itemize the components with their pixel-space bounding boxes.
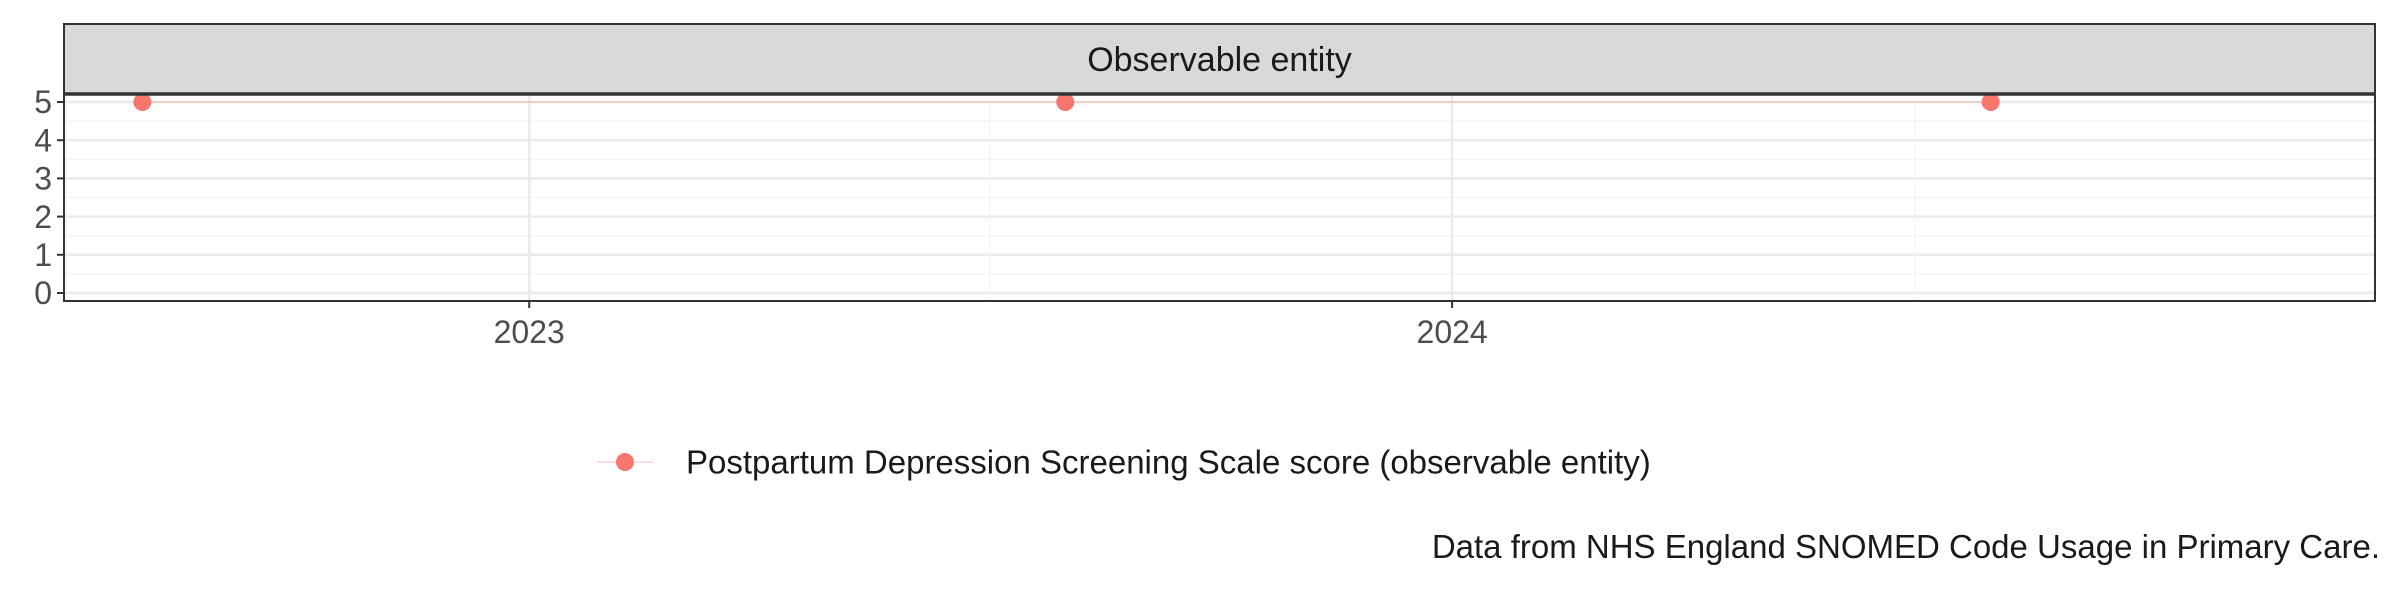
y-tick-label: 0 (34, 275, 52, 311)
x-tick-label: 2023 (494, 314, 565, 350)
y-tick-label: 5 (34, 84, 52, 120)
caption: Data from NHS England SNOMED Code Usage … (1432, 528, 2380, 565)
y-tick-label: 4 (34, 122, 52, 158)
y-tick-label: 1 (34, 237, 52, 273)
chart-svg: Observable entity 012345 2023 2024 Postpa… (0, 0, 2400, 600)
y-tick-label: 3 (34, 161, 52, 197)
chart: Observable entity 012345 2023 2024 Postpa… (0, 0, 2400, 600)
y-tick-label: 2 (34, 199, 52, 235)
x-tick-label: 2024 (1417, 314, 1488, 350)
legend: Postpartum Depression Screening Scale sc… (597, 444, 1651, 481)
facet-label: Observable entity (1087, 41, 1352, 79)
legend-key-point (616, 453, 634, 471)
legend-label: Postpartum Depression Screening Scale sc… (686, 444, 1651, 481)
